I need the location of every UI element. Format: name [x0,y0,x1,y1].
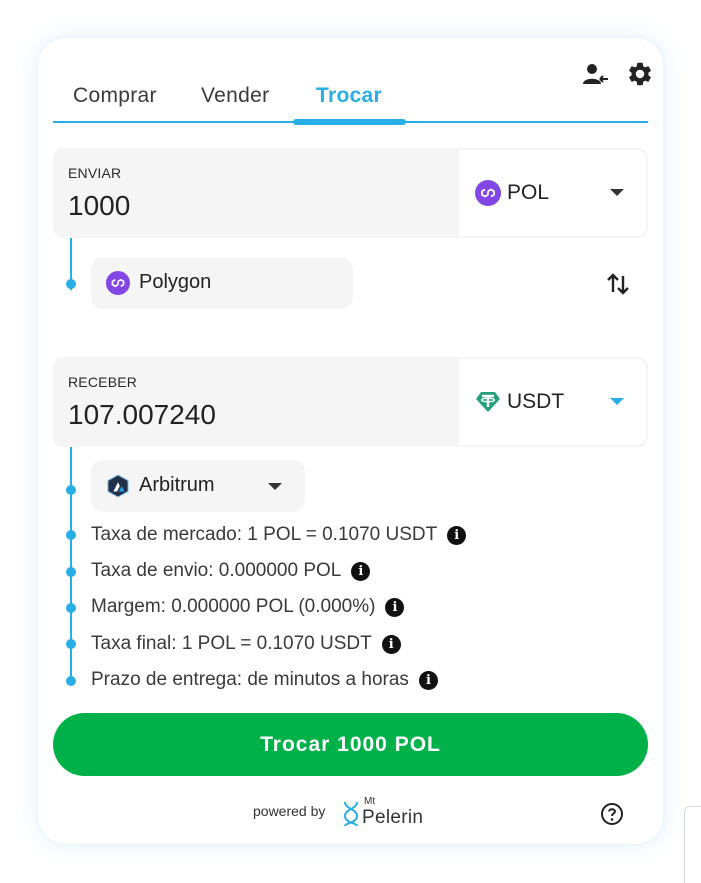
info-row-send-fee: Taxa de envio: 0.000000 POL i [91,559,371,583]
mt-pelerin-logo[interactable]: Mt Pelerin [342,796,424,830]
timeline-dot [66,603,76,613]
info-icon[interactable]: i [351,561,371,581]
active-tab-indicator [293,119,406,125]
receive-amount-value: 107.007240 [68,399,216,430]
timeline-dot [66,567,76,577]
polygon-icon [475,180,501,206]
receive-network-select[interactable]: Arbitrum [91,460,305,512]
receive-network-name: Arbitrum [139,474,215,496]
user-switch-icon[interactable] [581,60,609,88]
tab-bar: Comprar Vender Trocar [53,38,648,126]
receive-asset-select[interactable]: USDT [459,359,646,445]
info-text: Margem: 0.000000 POL (0.000%) [91,596,376,617]
receive-label: RECEBER [68,374,138,390]
gear-icon[interactable] [626,60,654,88]
receive-asset-name: USDT [507,390,565,413]
chevron-down-icon [610,398,624,405]
send-asset-select[interactable]: POL [459,150,646,236]
info-text: Taxa de mercado: 1 POL = 0.1070 USDT [91,524,438,545]
timeline-dot [66,279,76,289]
info-row-market-rate: Taxa de mercado: 1 POL = 0.1070 USDT i [91,523,467,547]
pelerin-logo-icon [343,801,359,827]
swap-submit-button[interactable]: Trocar 1000 POL [53,713,648,776]
send-asset-name: POL [507,181,550,204]
powered-by-label: powered by [253,803,326,819]
tab-trocar[interactable]: Trocar [316,84,382,108]
info-icon[interactable]: i [381,634,401,654]
swap-direction-icon[interactable] [604,270,632,298]
send-network-pill[interactable]: Polygon [91,257,353,309]
brand-prefix: Mt [364,796,376,807]
chevron-down-icon [268,483,282,490]
info-row-margin: Margem: 0.000000 POL (0.000%) i [91,595,405,619]
timeline-dot [66,639,76,649]
info-row-delivery-time: Prazo de entrega: de minutos a horas i [91,668,438,692]
send-amount-box: ENVIAR 1000 POL [53,148,648,238]
info-text: Prazo de entrega: de minutos a horas [91,669,409,690]
timeline-dot [66,485,76,495]
send-label: ENVIAR [68,165,122,181]
tab-vender[interactable]: Vender [201,84,269,108]
timeline-dot [66,530,76,540]
send-amount-input[interactable]: 1000 [68,190,448,222]
info-text: Taxa de envio: 0.000000 POL [91,560,342,581]
polygon-icon [106,271,130,295]
send-network-name: Polygon [139,271,212,293]
swap-widget: Comprar Vender Trocar ENVIAR 1000 POL Po… [38,38,663,844]
tether-icon [476,392,500,412]
chevron-down-icon [610,189,624,196]
background-panel-edge [684,806,701,883]
info-icon[interactable]: i [447,525,467,545]
info-icon[interactable]: i [385,597,405,617]
info-icon[interactable]: i [418,670,438,690]
help-icon[interactable] [600,802,624,826]
receive-amount-box: RECEBER 107.007240 USDT [53,357,648,447]
timeline-dot [66,676,76,686]
tab-comprar[interactable]: Comprar [73,84,157,108]
info-row-final-rate: Taxa final: 1 POL = 0.1070 USDT i [91,632,401,656]
arbitrum-icon [107,474,129,498]
brand-name: Pelerin [362,807,424,828]
info-text: Taxa final: 1 POL = 0.1070 USDT [91,633,372,654]
